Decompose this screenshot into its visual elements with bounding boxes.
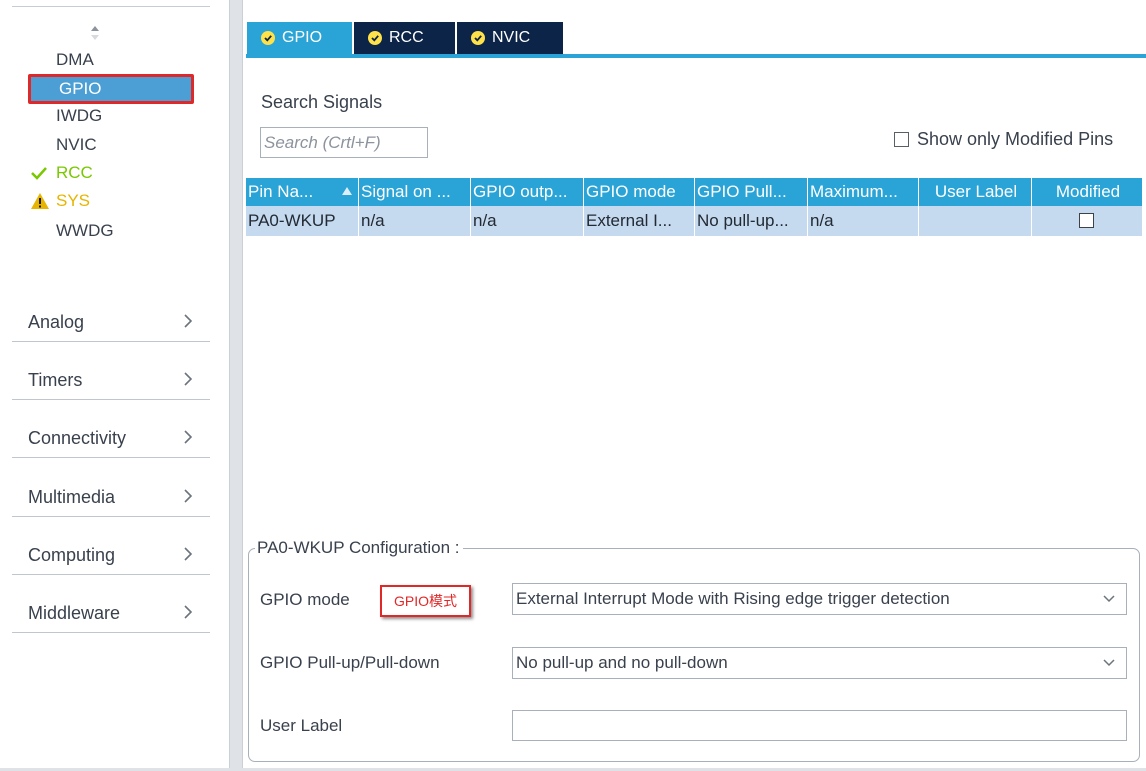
table-cell: n/a — [808, 206, 919, 236]
modified-checkbox[interactable] — [1079, 213, 1094, 228]
gpio-mode-value: External Interrupt Mode with Rising edge… — [516, 589, 950, 608]
column-header-gpio-output[interactable]: GPIO outp... — [471, 178, 584, 206]
sidebar-item-label: SYS — [56, 191, 91, 210]
category-timers[interactable]: Timers — [12, 342, 210, 400]
table-cell: n/a — [359, 206, 471, 236]
column-header-user-label[interactable]: User Label — [919, 178, 1032, 206]
table-cell: PA0-WKUP — [246, 206, 359, 236]
check-icon — [30, 159, 50, 187]
chevron-down-icon — [1103, 595, 1115, 603]
sort-ascending-icon — [342, 187, 352, 195]
sort-arrows-icon[interactable] — [89, 24, 101, 42]
gpio-pull-label: GPIO Pull-up/Pull-down — [260, 653, 440, 672]
sidebar-item-label: NVIC — [56, 135, 97, 154]
category-label: Connectivity — [28, 428, 127, 448]
splitter-handle[interactable] — [229, 0, 243, 771]
sidebar-item-label: DMA — [56, 50, 94, 69]
user-label-input[interactable] — [512, 710, 1127, 741]
show-modified-checkbox[interactable]: Show only Modified Pins — [894, 128, 1113, 150]
sidebar-item-gpio[interactable]: GPIO — [28, 74, 194, 104]
table-cell: n/a — [471, 206, 584, 236]
tab-label: RCC — [389, 29, 424, 46]
column-header-pin-name[interactable]: Pin Na... — [246, 178, 359, 206]
chevron-right-icon — [184, 605, 193, 619]
column-header-gpio-pull[interactable]: GPIO Pull... — [695, 178, 808, 206]
sidebar-item-nvic[interactable]: NVIC — [26, 131, 196, 159]
column-header-signal[interactable]: Signal on ... — [359, 178, 471, 206]
table-header: Pin Na... Signal on ... GPIO outp... GPI… — [246, 178, 1142, 206]
tab-gpio[interactable]: GPIO — [247, 22, 354, 54]
sidebar: DMA GPIO IWDG NVIC RCC SYS WWDG Analog T… — [0, 0, 230, 771]
column-header-modified[interactable]: Modified — [1032, 178, 1142, 206]
warning-icon — [30, 187, 50, 215]
category-computing[interactable]: Computing — [12, 517, 210, 575]
category-multimedia[interactable]: Multimedia — [12, 459, 210, 517]
chevron-right-icon — [184, 314, 193, 328]
category-label: Middleware — [28, 603, 121, 623]
modified-cell — [1032, 206, 1142, 236]
sidebar-item-label: IWDG — [56, 106, 103, 125]
gpio-pull-value: No pull-up and no pull-down — [516, 653, 728, 672]
pin-table: Pin Na... Signal on ... GPIO outp... GPI… — [246, 178, 1142, 236]
chevron-down-icon — [1103, 659, 1115, 667]
chevron-right-icon — [184, 547, 193, 561]
chevron-right-icon — [184, 489, 193, 503]
user-label-label: User Label — [260, 716, 343, 735]
chevron-right-icon — [184, 372, 193, 386]
tab-label: NVIC — [492, 29, 531, 46]
search-input[interactable] — [260, 127, 428, 158]
column-header-maximum[interactable]: Maximum... — [808, 178, 919, 206]
category-label: Multimedia — [28, 487, 116, 507]
sidebar-item-iwdg[interactable]: IWDG — [26, 102, 196, 130]
show-modified-label: Show only Modified Pins — [917, 128, 1114, 149]
sidebar-item-label: WWDG — [56, 221, 114, 240]
sidebar-item-sys[interactable]: SYS — [26, 187, 196, 215]
checkbox-box[interactable] — [894, 131, 909, 147]
divider — [12, 6, 210, 7]
gpio-mode-select[interactable]: External Interrupt Mode with Rising edge… — [512, 583, 1127, 615]
category-label: Timers — [28, 370, 83, 390]
tab-label: GPIO — [282, 29, 323, 46]
gpio-pull-select[interactable]: No pull-up and no pull-down — [512, 647, 1127, 679]
sidebar-item-dma[interactable]: DMA — [26, 46, 196, 74]
table-cell: External I... — [584, 206, 695, 236]
table-cell: No pull-up... — [695, 206, 808, 236]
check-circle-icon — [261, 31, 275, 45]
category-label: Analog — [28, 312, 85, 332]
chevron-right-icon — [184, 430, 193, 444]
check-circle-icon — [471, 31, 485, 45]
sidebar-item-wwdg[interactable]: WWDG — [26, 217, 196, 245]
category-middleware[interactable]: Middleware — [12, 575, 210, 633]
tab-rcc[interactable]: RCC — [354, 22, 457, 54]
tab-nvic[interactable]: NVIC — [457, 22, 563, 54]
sidebar-item-label: GPIO — [59, 79, 102, 98]
table-cell — [919, 206, 1032, 236]
table-row[interactable]: PA0-WKUP n/a n/a External I... No pull-u… — [246, 206, 1142, 236]
annotation-callout: GPIO模式 — [380, 585, 471, 617]
gpio-mode-label: GPIO mode — [260, 590, 350, 609]
category-analog[interactable]: Analog — [12, 284, 210, 342]
column-header-gpio-mode[interactable]: GPIO mode — [584, 178, 695, 206]
check-circle-icon — [368, 31, 382, 45]
category-connectivity[interactable]: Connectivity — [12, 400, 210, 458]
sidebar-item-label: RCC — [56, 163, 93, 182]
tab-underline — [246, 54, 1146, 58]
category-label: Computing — [28, 545, 116, 565]
tab-bar: GPIO RCC NVIC — [247, 22, 563, 54]
sidebar-item-rcc[interactable]: RCC — [26, 159, 196, 187]
search-label: Search Signals — [261, 92, 383, 112]
configuration-title: PA0-WKUP Configuration : — [255, 538, 463, 558]
